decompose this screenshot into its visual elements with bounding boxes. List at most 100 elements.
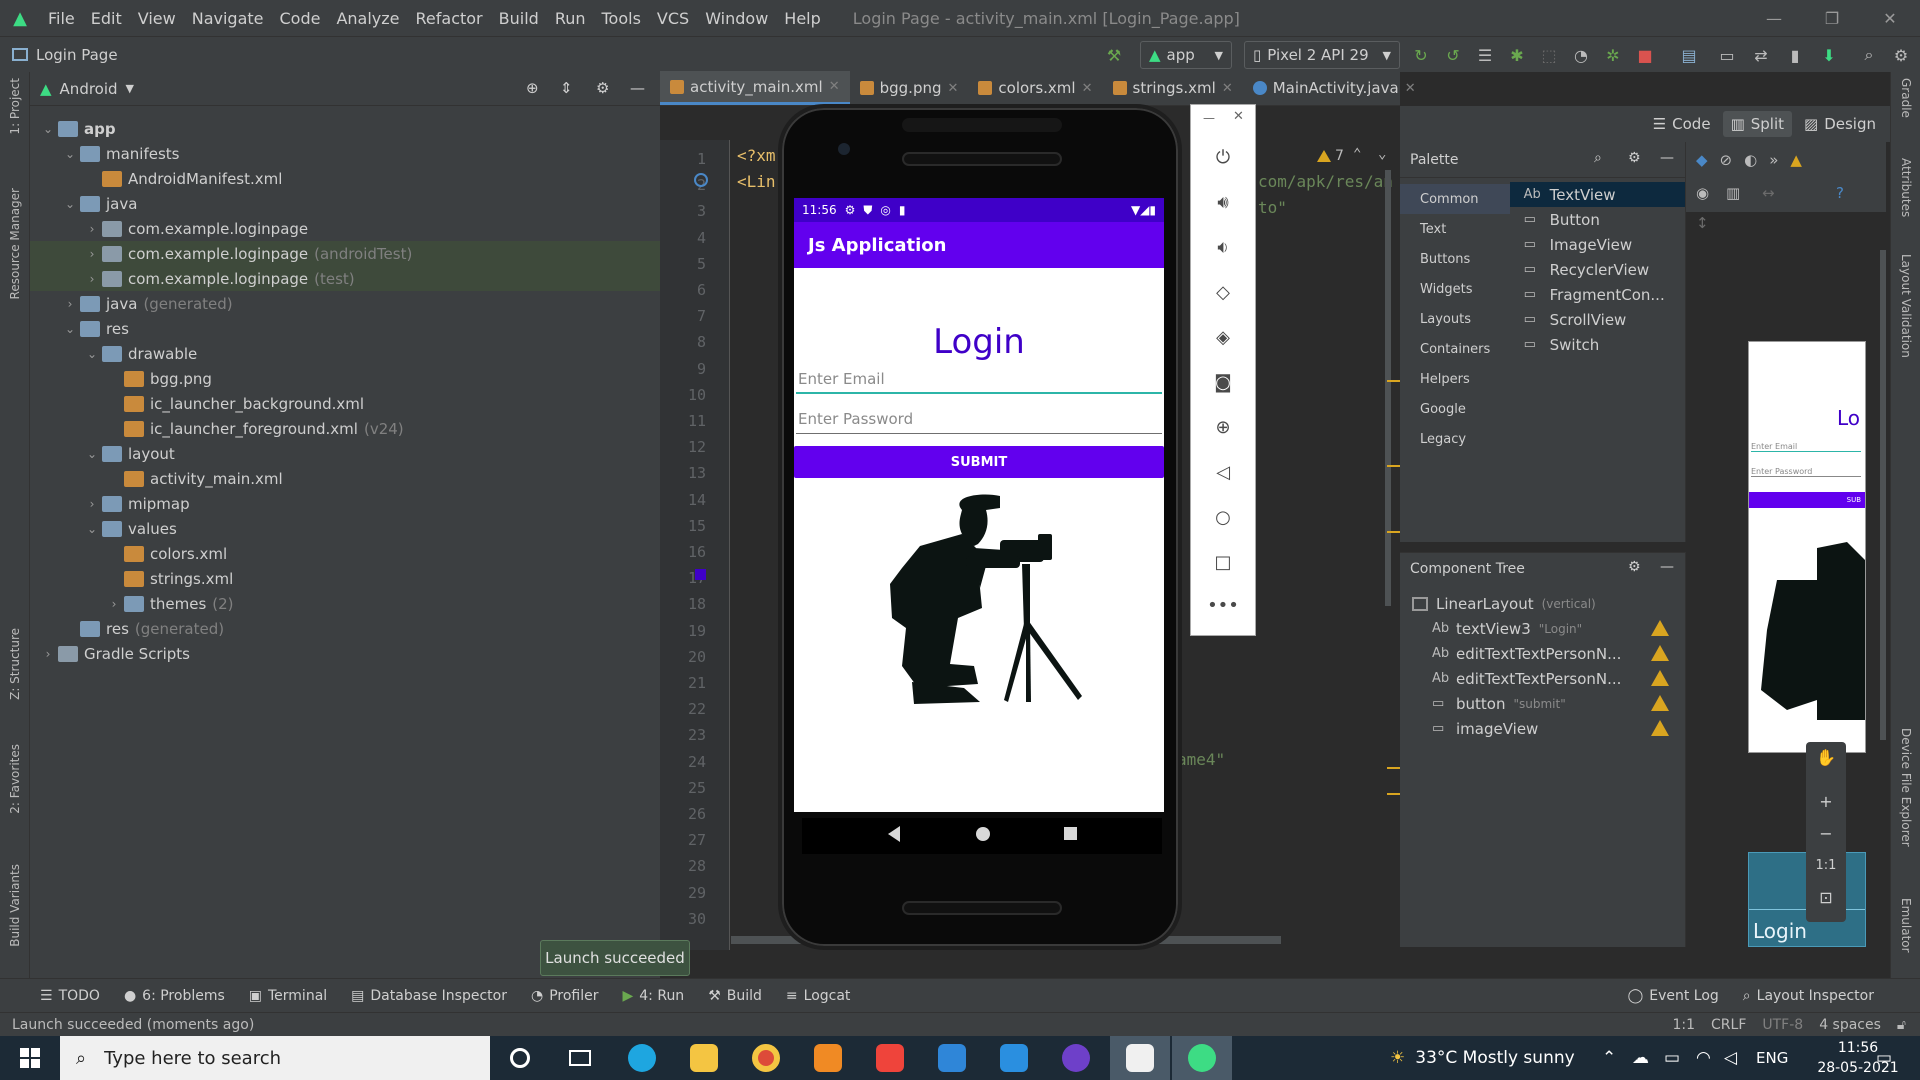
tool-layout-inspector[interactable]: ⌕ Layout Inspector <box>1731 988 1886 1004</box>
zoom-actual-size[interactable]: 1:1 <box>1806 858 1846 873</box>
close-tab-icon[interactable]: ✕ <box>1405 81 1416 96</box>
tree-item[interactable]: ⌄ layout <box>30 441 660 466</box>
night-mode-icon[interactable]: ◐ <box>1744 151 1757 169</box>
zoom-icon[interactable]: ⊕ <box>1191 417 1255 438</box>
menu-navigate[interactable]: Navigate <box>184 9 272 28</box>
warning-icon[interactable] <box>1317 150 1331 162</box>
tool-problems[interactable]: ● 6: Problems <box>112 988 237 1004</box>
tool-layout-validation[interactable]: Layout Validation <box>1899 254 1913 358</box>
android-studio-taskbar-icon[interactable] <box>1172 1036 1232 1080</box>
wifi-icon[interactable]: ◠ <box>1696 1036 1711 1080</box>
anydesk-icon[interactable] <box>860 1036 920 1080</box>
tree-item[interactable]: › java (generated) <box>30 291 660 316</box>
tree-item[interactable]: ⌄ values <box>30 516 660 541</box>
volume-icon[interactable]: ◁ <box>1724 1036 1737 1080</box>
menu-code[interactable]: Code <box>272 9 329 28</box>
tree-item[interactable]: colors.xml <box>30 541 660 566</box>
attach-debugger-icon[interactable]: ⬚ <box>1536 42 1562 68</box>
close-icon[interactable]: ✕ <box>1233 109 1244 124</box>
indent-setting[interactable]: 4 spaces <box>1819 1017 1881 1033</box>
tool-todo[interactable]: ☰ TODO <box>28 988 112 1004</box>
back-icon[interactable]: ◁ <box>1191 462 1255 483</box>
close-tab-icon[interactable]: ✕ <box>948 81 959 96</box>
palette-category[interactable]: Google <box>1400 394 1510 424</box>
settings-icon[interactable]: ⚙ <box>1628 559 1641 575</box>
notification-icon[interactable]: ▭ <box>1876 1036 1892 1080</box>
tool-project[interactable]: 1: Project <box>8 78 22 135</box>
close-tab-icon[interactable]: ✕ <box>829 79 840 94</box>
warning-icon[interactable] <box>1651 720 1669 736</box>
orientation-icon[interactable]: ⊘ <box>1720 151 1733 169</box>
sync-icon[interactable]: ⇄ <box>1748 42 1774 68</box>
editor-scrollbar[interactable] <box>1385 170 1391 606</box>
warning-icon[interactable] <box>1651 695 1669 711</box>
power-icon[interactable]: ⏻ <box>1191 147 1255 168</box>
tree-item[interactable]: › com.example.loginpage (test) <box>30 266 660 291</box>
volume-up-icon[interactable]: 🔊︎ <box>1191 192 1255 213</box>
back-icon[interactable] <box>888 826 900 842</box>
submit-button[interactable]: SUBMIT <box>794 446 1164 478</box>
chevron-down-icon[interactable]: ⌄ <box>60 197 80 211</box>
tree-item[interactable]: strings.xml <box>30 566 660 591</box>
component-tree-item[interactable]: ▭ button "submit" <box>1400 691 1685 716</box>
blueprint-icon[interactable]: ▥ <box>1726 184 1740 202</box>
onedrive-icon[interactable]: ☁ <box>1632 1036 1649 1080</box>
project-structure-icon[interactable]: ▤ <box>1676 42 1702 68</box>
collapse-all-icon[interactable]: ⇕ <box>560 79 573 97</box>
chevron-down-icon[interactable]: ⌄ <box>60 322 80 336</box>
tree-root-linearlayout[interactable]: LinearLayout (vertical) <box>1400 591 1685 616</box>
run-config-select[interactable]: ▲ app ▼ <box>1140 41 1232 69</box>
warning-icon[interactable] <box>1651 645 1669 661</box>
palette-item[interactable]: ▭ Button <box>1510 207 1685 232</box>
caret-position[interactable]: 1:1 <box>1672 1017 1695 1033</box>
apply-changes-icon[interactable]: ↺ <box>1440 42 1466 68</box>
palette-item[interactable]: ▭ Switch <box>1510 332 1685 357</box>
palette-item[interactable]: ▭ FragmentCon... <box>1510 282 1685 307</box>
tree-item[interactable]: › mipmap <box>30 491 660 516</box>
home-icon[interactable]: ○ <box>1191 507 1255 528</box>
tree-item[interactable]: › Gradle Scripts <box>30 641 660 666</box>
tool-database-inspector[interactable]: ▤ Database Inspector <box>339 988 519 1004</box>
tool-run[interactable]: ▶ 4: Run <box>610 988 696 1004</box>
chevron-down-icon[interactable]: ⌄ <box>82 347 102 361</box>
tree-item[interactable]: ⌄ java <box>30 191 660 216</box>
class-marker-icon[interactable] <box>694 173 708 187</box>
minimize-icon[interactable]: — <box>1203 111 1215 125</box>
palette-item[interactable]: ▭ ImageView <box>1510 232 1685 257</box>
lock-icon[interactable]: 🔓︎ <box>1897 1017 1906 1033</box>
tab-mainactivity[interactable]: MainActivity.java ✕ <box>1243 71 1426 105</box>
design-scrollbar[interactable] <box>1880 250 1886 740</box>
windows-start-icon[interactable] <box>0 1036 60 1080</box>
chevron-right-icon[interactable]: › <box>82 497 102 511</box>
chevron-down-icon[interactable]: ⌄ <box>38 122 58 136</box>
tree-item[interactable]: bgg.png <box>30 366 660 391</box>
tree-item[interactable]: ⌄ manifests <box>30 141 660 166</box>
chevron-down-icon[interactable]: ⌄ <box>60 147 80 161</box>
tree-item[interactable]: › com.example.loginpage <box>30 216 660 241</box>
rerun-icon[interactable]: ↻ <box>1408 42 1434 68</box>
tree-item[interactable]: › com.example.loginpage (androidTest) <box>30 241 660 266</box>
resize-horizontal-icon[interactable]: ↔ <box>1762 184 1775 202</box>
design-view-button[interactable]: ▨ Design <box>1796 111 1884 137</box>
word-icon[interactable] <box>1110 1036 1170 1080</box>
palette-category[interactable]: Widgets <box>1400 274 1510 304</box>
file-encoding[interactable]: UTF-8 <box>1762 1017 1803 1033</box>
locate-icon[interactable]: ⊕ <box>526 79 539 97</box>
hide-panel-icon[interactable]: — <box>630 79 645 97</box>
palette-category[interactable]: Buttons <box>1400 244 1510 274</box>
recents-icon[interactable] <box>1064 827 1077 840</box>
edge-icon[interactable] <box>612 1036 672 1080</box>
home-icon[interactable] <box>976 827 990 841</box>
chevron-up-icon[interactable]: ⌃ <box>1353 146 1361 162</box>
palette-category[interactable]: Containers <box>1400 334 1510 364</box>
menu-tools[interactable]: Tools <box>594 9 649 28</box>
close-tab-icon[interactable]: ✕ <box>1082 81 1093 96</box>
palette-category[interactable]: Legacy <box>1400 424 1510 454</box>
menu-vcs[interactable]: VCS <box>649 9 697 28</box>
search-icon[interactable]: ⌕ <box>1856 42 1882 68</box>
warning-count[interactable]: 7 <box>1335 148 1344 164</box>
warning-icon[interactable] <box>1651 620 1669 636</box>
device-select[interactable]: ▯ Pixel 2 API 29 ▼ <box>1244 41 1400 69</box>
settings-icon[interactable]: ⚙ <box>596 79 609 97</box>
component-tree-item[interactable]: Ab textView3 "Login" <box>1400 616 1685 641</box>
